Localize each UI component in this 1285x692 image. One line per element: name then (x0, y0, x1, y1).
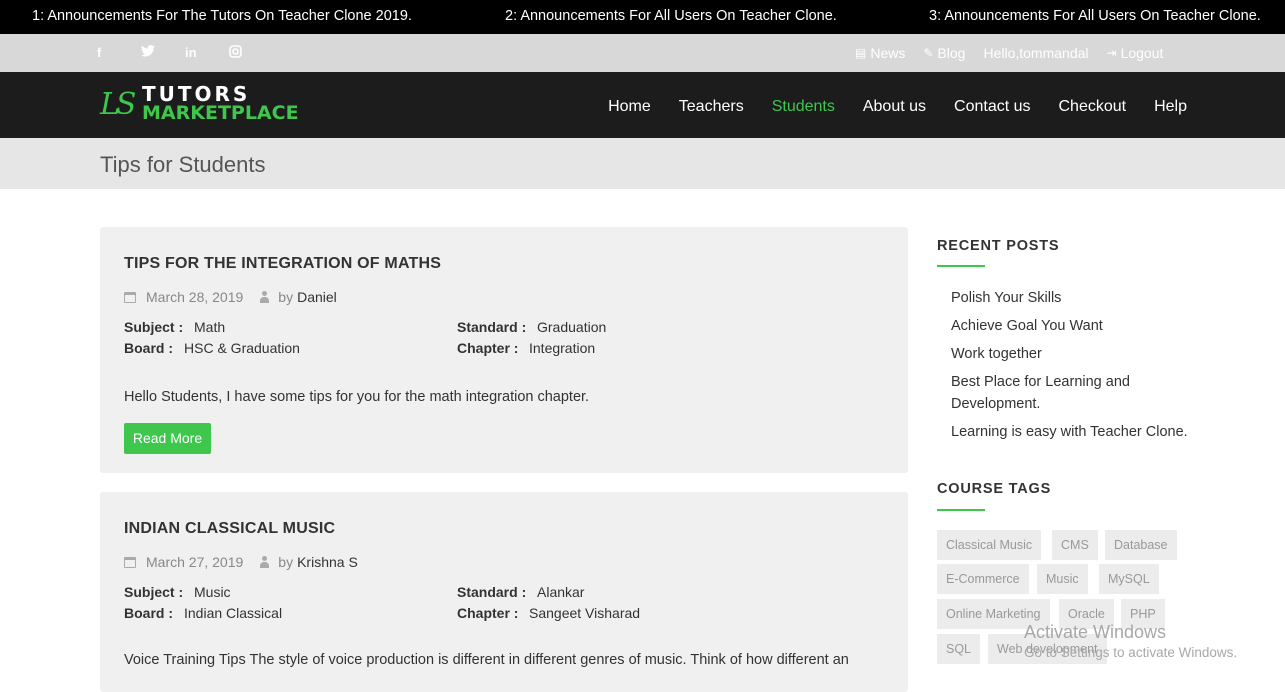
subject-label: Subject : (124, 319, 184, 335)
news-label: News (870, 45, 906, 61)
announcement-item[interactable]: 1: Announcements For The Tutors On Teach… (32, 8, 412, 24)
standard-value: Alankar (537, 584, 585, 600)
activate-windows-title: Activate Windows (1024, 622, 1167, 642)
calendar-icon (124, 291, 136, 303)
tag[interactable]: E-Commerce (937, 564, 1029, 594)
recent-posts-heading: RECENT POSTS (937, 238, 1060, 254)
tag[interactable]: CMS (1052, 530, 1098, 560)
nav-checkout[interactable]: Checkout (1059, 98, 1127, 116)
chapter-value: Integration (529, 340, 596, 356)
nav-help[interactable]: Help (1154, 98, 1187, 116)
activate-windows-subtitle: Go to Settings to activate Windows. (1024, 645, 1238, 660)
social-links: f in (97, 45, 273, 61)
instagram-icon[interactable] (229, 45, 273, 61)
standard-label: Standard : (457, 319, 527, 335)
post-by: by (278, 554, 294, 570)
tag[interactable]: Music (1037, 564, 1088, 594)
logout-icon: ⇥ (1106, 46, 1117, 60)
user-icon (259, 556, 270, 568)
standard-value: Graduation (537, 319, 607, 335)
post-excerpt: Voice Training Tips The style of voice p… (124, 652, 849, 668)
recent-post-link[interactable]: Achieve Goal You Want (951, 315, 1211, 337)
read-more-button[interactable]: Read More (124, 423, 211, 454)
nav-about-us[interactable]: About us (863, 98, 926, 116)
standard-label: Standard : (457, 584, 527, 600)
recent-post-link[interactable]: Work together (951, 343, 1211, 365)
facebook-icon[interactable]: f (97, 45, 141, 61)
post-author[interactable]: Daniel (297, 289, 337, 305)
post-title[interactable]: INDIAN CLASSICAL MUSIC (124, 520, 335, 538)
recent-post-link[interactable]: Learning is easy with Teacher Clone. (951, 421, 1211, 443)
post-author[interactable]: Krishna S (297, 554, 358, 570)
post-card: TIPS FOR THE INTEGRATION OF MATHS March … (100, 227, 908, 473)
subject-value: Music (194, 584, 231, 600)
course-tags-heading: COURSE TAGS (937, 481, 1052, 497)
board-value: Indian Classical (184, 605, 283, 621)
post-card: INDIAN CLASSICAL MUSIC March 27, 2019 by… (100, 492, 908, 692)
user-icon (259, 291, 270, 303)
post-meta: March 28, 2019 by Daniel (124, 289, 337, 305)
nav-students[interactable]: Students (772, 98, 835, 116)
twitter-icon[interactable] (141, 45, 185, 61)
logout-label: Logout (1120, 45, 1164, 61)
board-label: Board : (124, 340, 173, 356)
recent-post-link[interactable]: Best Place for Learning and Development. (951, 371, 1151, 415)
nav-home[interactable]: Home (608, 98, 651, 116)
announcement-ticker: 1: Announcements For The Tutors On Teach… (0, 0, 1285, 34)
logout-link[interactable]: ⇥ Logout (1107, 45, 1164, 61)
post-date: March 28, 2019 (146, 289, 244, 305)
news-link[interactable]: ▤ News (855, 45, 905, 61)
logo-mark: LS (100, 87, 137, 122)
heading-underline (937, 509, 985, 511)
tag[interactable]: Database (1105, 530, 1177, 560)
user-links: ▤ News ✎ Blog Hello,tommandal ⇥ Logout (855, 45, 1181, 61)
tag[interactable]: Classical Music (937, 530, 1042, 560)
nav-teachers[interactable]: Teachers (679, 98, 744, 116)
recent-posts-list: Polish Your Skills Achieve Goal You Want… (951, 287, 1211, 449)
top-bar: f in ▤ News ✎ Blog Hello,tommandal ⇥ Log… (0, 34, 1285, 72)
post-excerpt: Hello Students, I have some tips for you… (124, 389, 590, 405)
page-header: Tips for Students (0, 138, 1285, 189)
chapter-value: Sangeet Visharad (529, 605, 641, 621)
subject-label: Subject : (124, 584, 184, 600)
heading-underline (937, 265, 985, 267)
user-greeting[interactable]: Hello,tommandal (983, 45, 1088, 61)
subject-value: Math (194, 319, 226, 335)
blog-label: Blog (937, 45, 966, 61)
board-label: Board : (124, 605, 173, 621)
logo-text-bottom: MARKETPLACE (142, 102, 299, 124)
linkedin-icon[interactable]: in (185, 45, 229, 61)
announcement-item[interactable]: 3: Announcements For All Users On Teache… (929, 8, 1261, 24)
calendar-icon (124, 556, 136, 568)
pencil-icon: ✎ (923, 46, 934, 60)
main-menu: Home Teachers Students About us Contact … (580, 98, 1187, 116)
post-fields: Subject : Music Standard : Alankar Board… (124, 584, 884, 626)
page-title: Tips for Students (100, 152, 266, 177)
chapter-label: Chapter : (457, 605, 519, 621)
board-value: HSC & Graduation (184, 340, 300, 356)
tag[interactable]: MySQL (1099, 564, 1159, 594)
blog-link[interactable]: ✎ Blog (923, 45, 965, 61)
announcement-item[interactable]: 2: Announcements For All Users On Teache… (505, 8, 837, 24)
post-fields: Subject : Math Standard : Graduation Boa… (124, 319, 884, 361)
post-title[interactable]: TIPS FOR THE INTEGRATION OF MATHS (124, 255, 441, 273)
newspaper-icon: ▤ (855, 46, 867, 60)
chapter-label: Chapter : (457, 340, 519, 356)
post-date: March 27, 2019 (146, 554, 244, 570)
post-by: by (278, 289, 294, 305)
recent-post-link[interactable]: Polish Your Skills (951, 287, 1211, 309)
post-meta: March 27, 2019 by Krishna S (124, 554, 358, 570)
main-navbar: LS TUTORS MARKETPLACE Home Teachers Stud… (0, 72, 1285, 138)
site-logo[interactable]: LS TUTORS MARKETPLACE (100, 81, 300, 129)
nav-contact-us[interactable]: Contact us (954, 98, 1030, 116)
